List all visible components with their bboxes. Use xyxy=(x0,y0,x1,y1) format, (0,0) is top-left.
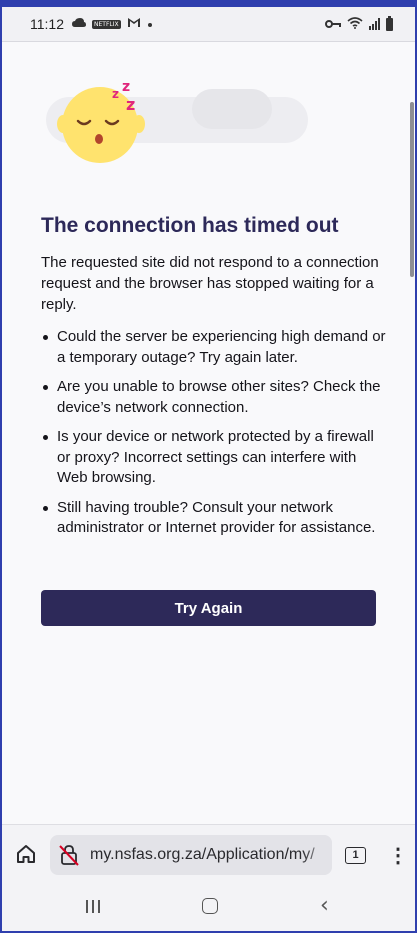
page-title: The connection has timed out xyxy=(41,214,339,237)
scrollbar[interactable] xyxy=(410,102,414,277)
wifi-icon xyxy=(347,16,363,32)
url-fade xyxy=(302,835,332,875)
cloud-shape xyxy=(192,89,272,129)
netflix-icon: NETFLIX xyxy=(92,19,121,29)
tabs-counter-button[interactable]: 1 xyxy=(345,847,366,864)
url-text[interactable]: my.nsfas.org.za/Application/my/ xyxy=(90,846,315,864)
dot-icon xyxy=(147,17,153,31)
key-icon xyxy=(325,16,341,32)
home-icon xyxy=(17,845,35,863)
cloud-sync-icon xyxy=(72,17,86,31)
status-divider xyxy=(2,41,415,42)
nav-home-button[interactable] xyxy=(202,898,218,914)
list-item: Are you unable to browse other sites? Ch… xyxy=(41,377,386,418)
sleeping-face-illustration: z z z xyxy=(42,77,312,167)
browser-toolbar: my.nsfas.org.za/Application/my/ 1 ⋮ xyxy=(2,824,415,882)
home-button[interactable] xyxy=(14,842,38,866)
menu-dots-icon[interactable]: ⋮ xyxy=(388,843,408,869)
system-nav-bar: ‹ xyxy=(2,882,415,931)
battery-icon xyxy=(386,15,393,31)
error-description: The requested site did not respond to a … xyxy=(41,254,379,313)
list-item: Still having trouble? Consult your netwo… xyxy=(41,498,386,539)
insecure-lock-icon[interactable] xyxy=(58,843,80,867)
recent-apps-button[interactable] xyxy=(86,900,100,913)
z-icon: z xyxy=(112,87,119,101)
z-icon: z xyxy=(122,79,131,95)
try-again-button[interactable]: Try Again xyxy=(41,590,376,626)
back-chevron-icon[interactable]: ‹ xyxy=(320,893,329,918)
status-time: 11:12 xyxy=(30,16,64,32)
z-icon: z xyxy=(126,95,136,114)
url-bar[interactable]: my.nsfas.org.za/Application/my/ xyxy=(50,835,332,875)
status-bar: 11:12 NETFLIX xyxy=(2,7,415,41)
browser-window: 11:12 NETFLIX z z z The connection has t… xyxy=(2,7,415,931)
signal-icon xyxy=(369,18,380,30)
list-item: Could the server be experiencing high de… xyxy=(41,327,386,368)
suggestion-list: Could the server be experiencing high de… xyxy=(41,327,386,548)
list-item: Is your device or network protected by a… xyxy=(41,427,386,489)
gmail-icon xyxy=(127,17,141,31)
